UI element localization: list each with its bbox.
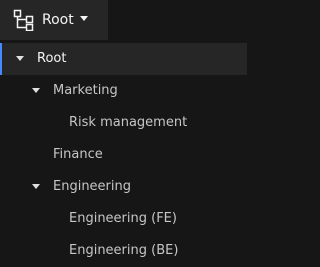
tree-node-root[interactable]: Root	[0, 43, 247, 75]
tree-node-engineering-be[interactable]: Engineering (BE)	[0, 235, 247, 267]
caret-down-icon[interactable]	[32, 184, 40, 189]
tree-view-icon	[13, 9, 34, 31]
caret-down-icon	[80, 16, 88, 21]
tree-node-engineering[interactable]: Engineering	[0, 171, 247, 203]
tree-node-label: Engineering	[53, 179, 131, 194]
root-switcher-label: Root	[42, 12, 74, 28]
caret-down-icon[interactable]	[32, 88, 40, 93]
caret-down-icon[interactable]	[16, 56, 24, 61]
tree-node-label: Risk management	[69, 115, 188, 130]
tree-node-label: Engineering (FE)	[69, 211, 177, 226]
app-header: Root	[0, 0, 247, 40]
tree-node-label: Finance	[53, 147, 103, 162]
tree-node-finance[interactable]: Finance	[0, 139, 247, 171]
tree-node-label: Engineering (BE)	[69, 243, 179, 258]
tree-node-label: Marketing	[53, 83, 118, 98]
tree-node-marketing[interactable]: Marketing	[0, 75, 247, 107]
tree-node-engineering-fe[interactable]: Engineering (FE)	[0, 203, 247, 235]
tree-node-label: Root	[37, 51, 67, 66]
tree-node-risk-management[interactable]: Risk management	[0, 107, 247, 139]
tree-view: Root Marketing Risk management Finance E…	[0, 43, 247, 267]
root-switcher-button[interactable]: Root	[0, 0, 108, 40]
